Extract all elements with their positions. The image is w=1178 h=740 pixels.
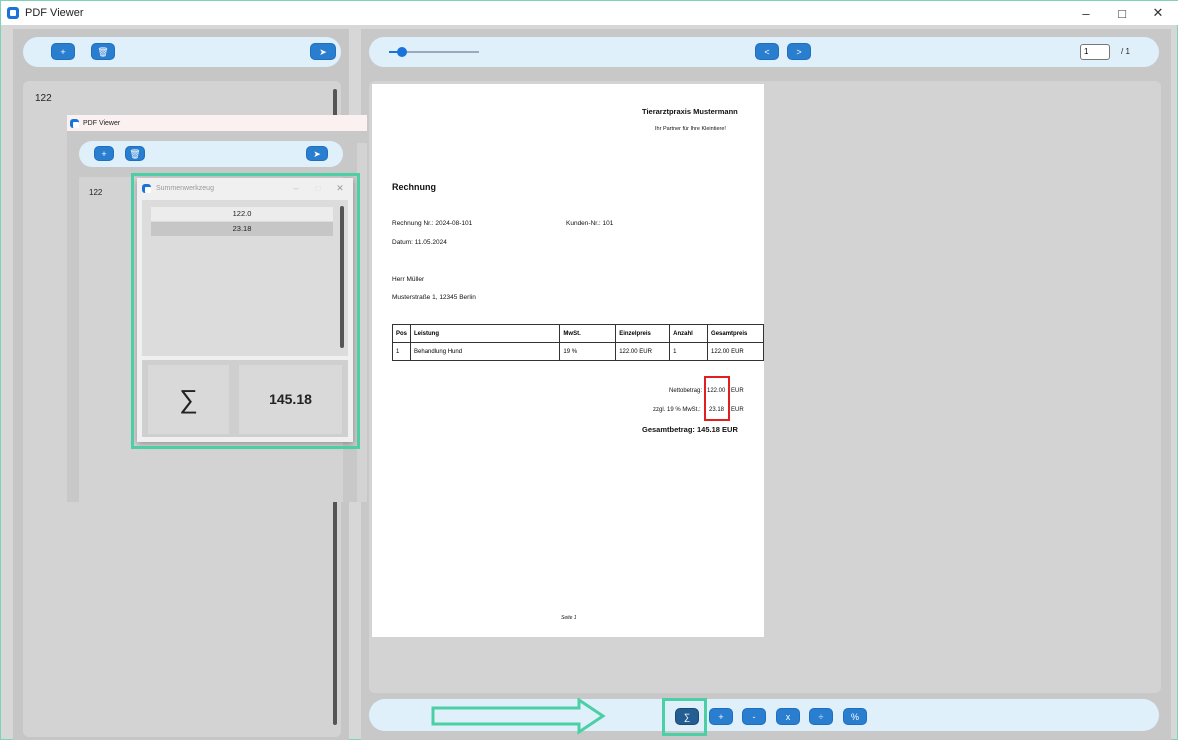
multiply-op-button[interactable]: x <box>776 708 800 725</box>
sum-button-highlight <box>662 698 707 736</box>
sum-tool-highlight <box>131 173 360 449</box>
table-header-cell: Gesamtpreis <box>707 324 764 343</box>
customer-number: Kunden-Nr.: 101 <box>566 220 614 227</box>
nested-toolbar: + 🗑 ➤ <box>79 141 343 167</box>
nested-list-item[interactable]: 122 <box>89 188 102 197</box>
table-cell: 122.00 EUR <box>615 342 671 361</box>
tax-label: zzgl. 19 % MwSt.: <box>653 407 701 413</box>
table-header-row: Pos Leistung MwSt. Einzelpreis Anzahl Ge… <box>391 324 764 343</box>
minimize-button[interactable]: – <box>1073 6 1099 21</box>
title-bar: PDF Viewer – □ ✕ <box>1 1 1178 25</box>
table-header-cell: MwSt. <box>559 324 617 343</box>
app-icon <box>7 7 19 19</box>
page-total: / 1 <box>1121 47 1130 56</box>
net-unit: EUR <box>731 388 744 394</box>
percent-op-button[interactable]: % <box>843 708 867 725</box>
recipient-address: Musterstraße 1, 12345 Berlin <box>392 294 476 301</box>
next-page-button[interactable]: > <box>787 43 811 60</box>
prev-page-button[interactable]: < <box>755 43 779 60</box>
table-cell: 1 <box>391 342 412 361</box>
subtract-op-button[interactable]: - <box>742 708 766 725</box>
recipient-name: Herr Müller <box>392 276 425 283</box>
total-amount: Gesamtbetrag: 145.18 EUR <box>642 425 738 434</box>
table-row: 1 Behandlung Hund 19 % 122.00 EUR 1 122.… <box>391 342 764 361</box>
invoice-date: Datum: 11.05.2024 <box>392 239 447 246</box>
table-header-cell: Anzahl <box>669 324 709 343</box>
add-file-button[interactable]: + <box>51 43 75 60</box>
nested-add-button[interactable]: + <box>94 146 114 161</box>
company-tagline: Ihr Partner für Ihre Kleintiere! <box>655 126 726 132</box>
arrow-right-icon <box>431 698 606 735</box>
table-header-cell: Leistung <box>410 324 561 343</box>
close-button[interactable]: ✕ <box>1145 5 1171 21</box>
invoice-number: Rechnung Nr.: 2024-08-101 <box>392 220 473 227</box>
nested-window-title: PDF Viewer <box>83 119 121 127</box>
document-heading: Rechnung <box>392 182 436 192</box>
table-header-cell: Einzelpreis <box>615 324 671 343</box>
zoom-slider[interactable] <box>389 47 479 57</box>
zoom-slider-handle[interactable] <box>396 47 407 57</box>
table-cell: 122.00 EUR <box>707 342 764 361</box>
table-cell: 19 % <box>559 342 617 361</box>
page-number-input[interactable]: 1 <box>1080 44 1110 60</box>
divide-op-button[interactable]: ÷ <box>809 708 833 725</box>
pdf-page: Tierarztpraxis Mustermann Ihr Partner fü… <box>372 84 764 637</box>
page-footer: Seite 1 <box>561 615 577 621</box>
nested-delete-button[interactable]: 🗑 <box>125 146 145 161</box>
add-op-button[interactable]: + <box>709 708 733 725</box>
net-label: Nettobetrag: <box>669 388 703 394</box>
nested-app-icon <box>70 118 79 128</box>
nested-title-bar: PDF Viewer <box>67 115 367 131</box>
maximize-button[interactable]: □ <box>1109 6 1135 21</box>
table-header-cell: Pos <box>391 324 412 343</box>
window-title: PDF Viewer <box>25 7 84 19</box>
invoice-table: Pos Leistung MwSt. Einzelpreis Anzahl Ge… <box>391 324 764 361</box>
list-item[interactable]: 122 <box>35 93 52 104</box>
tax-unit: EUR <box>731 407 744 413</box>
nested-send-button[interactable]: ➤ <box>306 146 328 161</box>
table-cell: 1 <box>669 342 709 361</box>
viewer-toolbar: < > 1 / 1 <box>369 37 1159 67</box>
pdf-viewer-window: PDF Viewer – □ ✕ + 🗑 ➤ 122 < > 1 / 1 Tie… <box>0 0 1178 740</box>
value-highlight-marker <box>704 376 730 421</box>
delete-file-button[interactable]: 🗑 <box>91 43 115 60</box>
table-cell: Behandlung Hund <box>410 342 561 361</box>
company-name: Tierarztpraxis Mustermann <box>642 107 738 116</box>
left-toolbar: + 🗑 ➤ <box>23 37 341 67</box>
send-button[interactable]: ➤ <box>310 43 336 60</box>
